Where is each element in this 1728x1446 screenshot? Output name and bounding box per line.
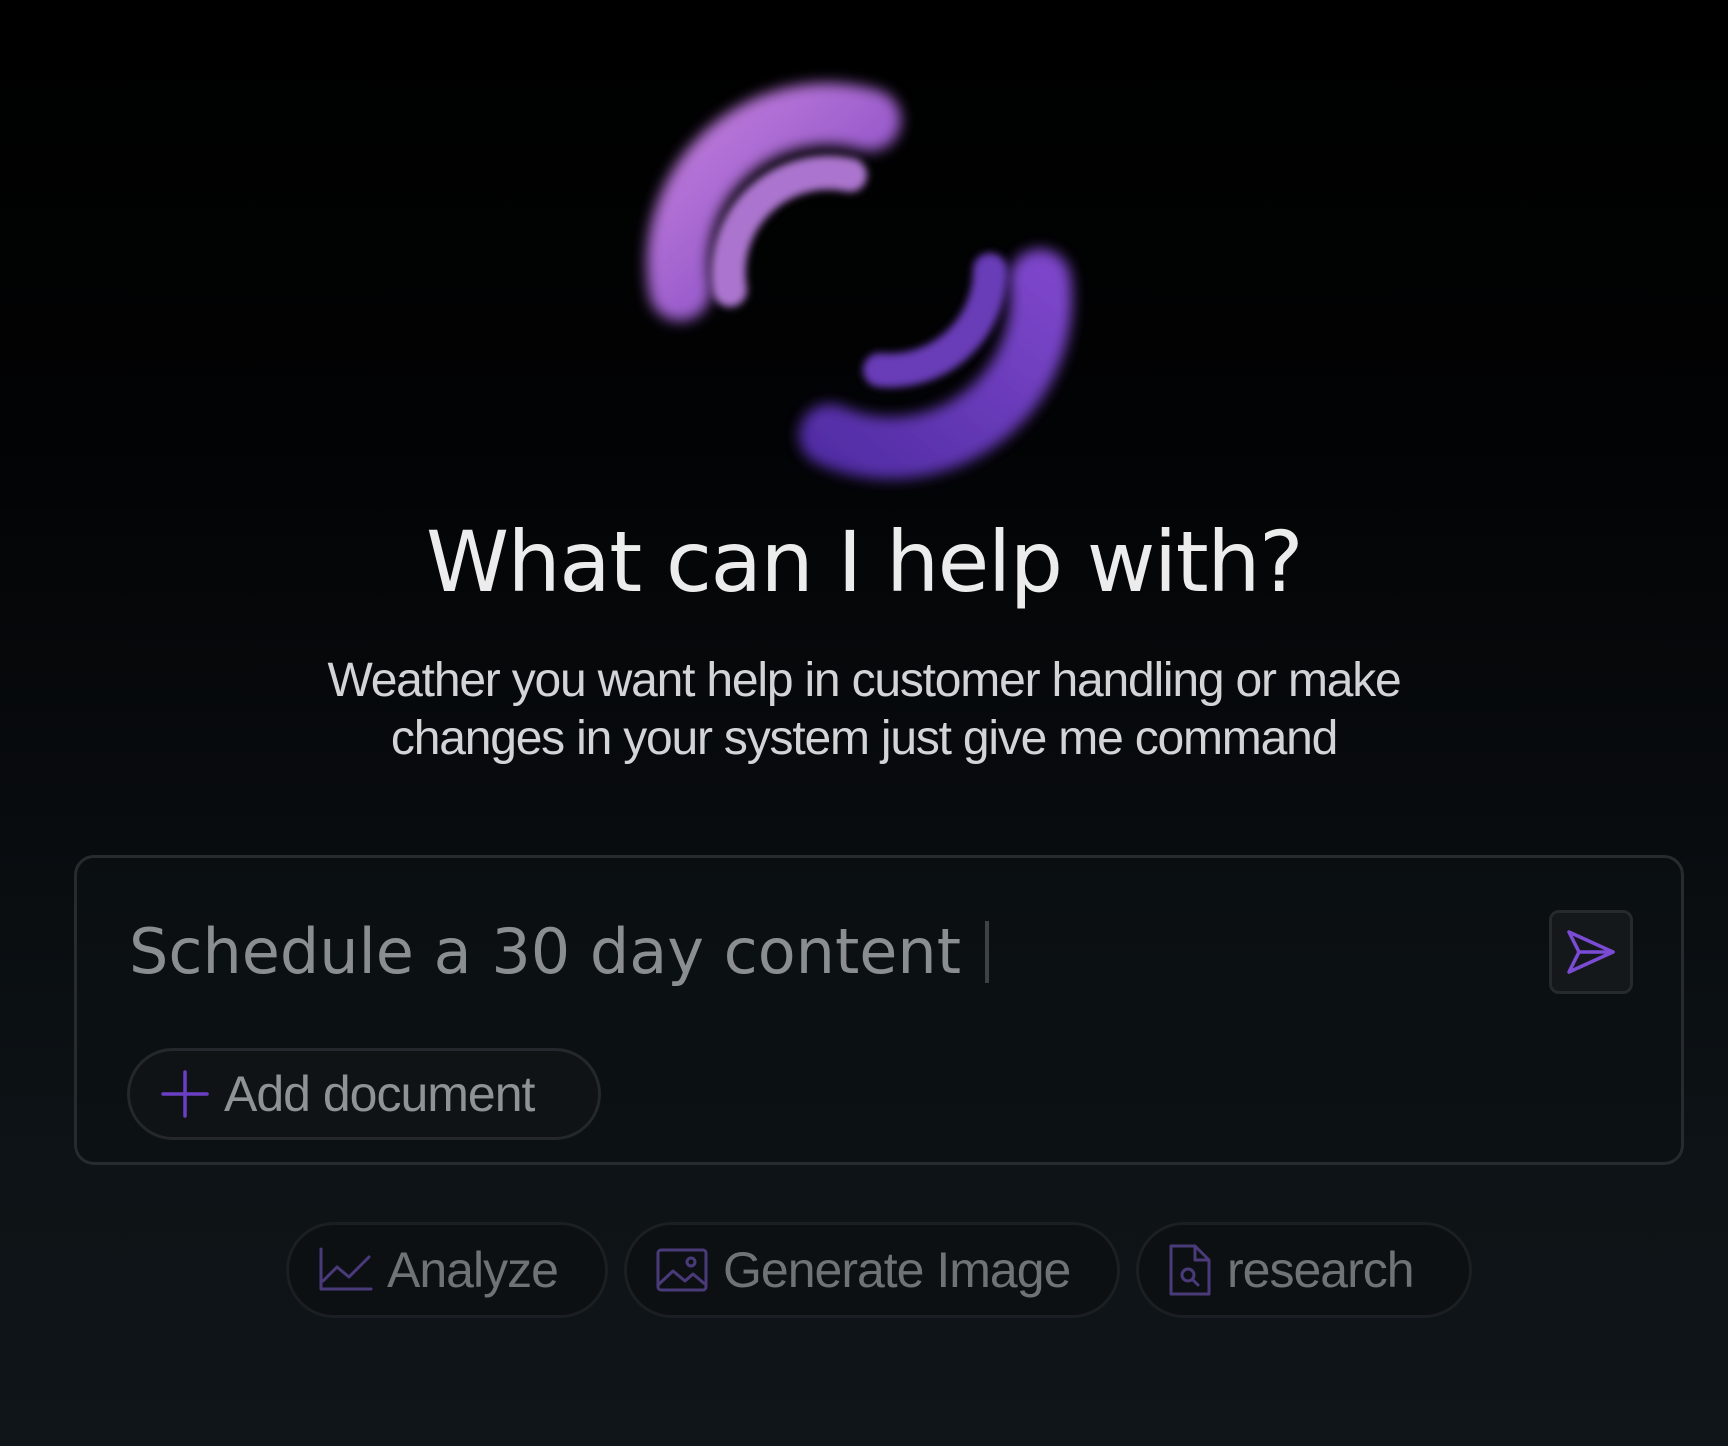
subtitle-line: changes in your system just give me comm… bbox=[390, 712, 1338, 765]
page-subtitle: Weather you want help in customer handli… bbox=[0, 652, 1728, 768]
plus-icon bbox=[160, 1069, 210, 1119]
assistant-orb-icon bbox=[646, 82, 1073, 479]
prompt-composer: Schedule a 30 day content Add document bbox=[74, 855, 1684, 1165]
chart-line-icon bbox=[317, 1247, 373, 1293]
generate-image-chip[interactable]: Generate Image bbox=[624, 1222, 1120, 1318]
research-label: research bbox=[1227, 1242, 1415, 1298]
prompt-input-value: Schedule a 30 day content bbox=[129, 915, 962, 988]
send-button[interactable] bbox=[1549, 910, 1633, 994]
send-icon bbox=[1565, 928, 1617, 976]
page-title: What can I help with? bbox=[425, 513, 1304, 611]
research-chip[interactable]: research bbox=[1136, 1222, 1472, 1318]
analyze-chip[interactable]: Analyze bbox=[286, 1222, 608, 1318]
prompt-input[interactable]: Schedule a 30 day content bbox=[129, 912, 990, 992]
add-document-label: Add document bbox=[224, 1066, 535, 1122]
file-search-icon bbox=[1167, 1243, 1213, 1297]
analyze-label: Analyze bbox=[387, 1242, 559, 1298]
add-document-button[interactable]: Add document bbox=[127, 1048, 601, 1140]
quick-actions: Analyze Generate Image research bbox=[0, 1222, 1728, 1318]
text-caret bbox=[985, 921, 990, 983]
subtitle-line: Weather you want help in customer handli… bbox=[327, 654, 1401, 707]
image-icon bbox=[655, 1247, 709, 1293]
assistant-window: What can I help with? Weather you want h… bbox=[0, 0, 1728, 1446]
generate-image-label: Generate Image bbox=[723, 1242, 1071, 1298]
